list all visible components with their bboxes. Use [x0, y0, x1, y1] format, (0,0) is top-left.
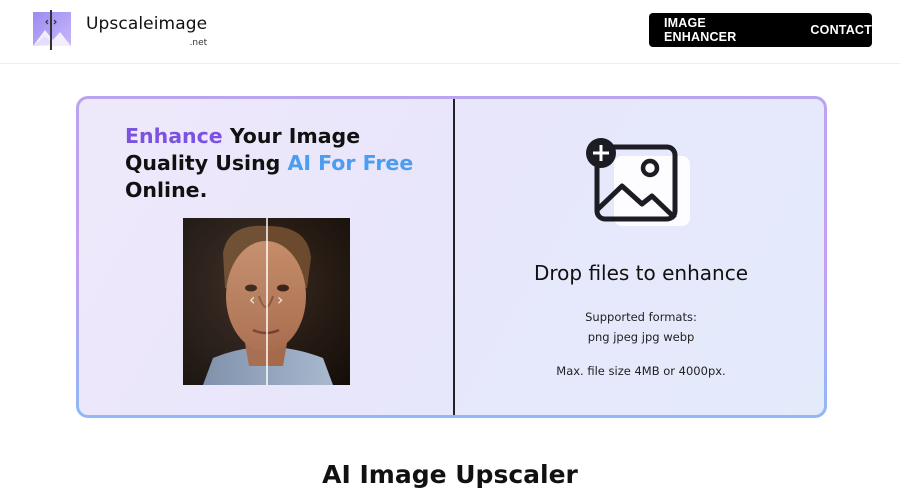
site-header: Upscaleimage .net IMAGE ENHANCER CONTACT: [0, 0, 900, 64]
brand-name: Upscaleimage: [86, 14, 208, 34]
hero-card: Enhance Your Image Quality Using AI For …: [76, 96, 827, 418]
brand-suffix: .net: [189, 38, 208, 48]
headline-enhance: Enhance: [125, 124, 223, 148]
section-title: AI Image Upscaler: [322, 460, 578, 489]
before-after-slider[interactable]: ‹ ›: [183, 218, 350, 385]
slider-prev-icon[interactable]: ‹: [249, 290, 255, 309]
nav-image-enhancer[interactable]: IMAGE ENHANCER: [664, 16, 780, 44]
headline-ai-free: AI For Free: [287, 151, 414, 175]
nav-contact[interactable]: CONTACT: [810, 23, 872, 37]
logo-mountain-icon: [33, 10, 71, 50]
slider-next-icon[interactable]: ›: [277, 290, 283, 309]
slider-divider[interactable]: [266, 218, 268, 385]
main-nav: IMAGE ENHANCER CONTACT: [649, 13, 872, 47]
dropzone-title[interactable]: Drop files to enhance: [455, 261, 827, 285]
add-image-icon[interactable]: [584, 138, 694, 228]
formats-list: png jpeg jpg webp: [587, 330, 695, 344]
hero-headline: Enhance Your Image Quality Using AI For …: [125, 123, 425, 204]
logo[interactable]: Upscaleimage .net: [30, 10, 207, 50]
formats-label: Supported formats:: [585, 310, 697, 324]
max-file-size: Max. file size 4MB or 4000px.: [556, 364, 726, 378]
headline-text-2: Online.: [125, 178, 208, 202]
